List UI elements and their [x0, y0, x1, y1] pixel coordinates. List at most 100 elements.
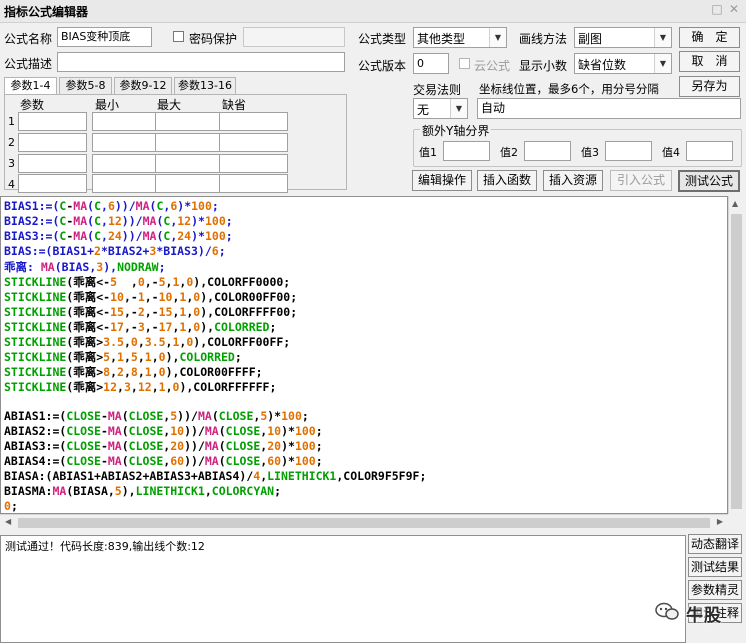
test-output-panel[interactable]: 测试通过！代码长度:839,输出线个数:12	[0, 535, 686, 643]
maximize-icon[interactable]: □	[711, 3, 723, 15]
password-checkbox[interactable]	[173, 31, 184, 42]
code-token: 1	[144, 350, 152, 364]
password-label: 密码保护	[189, 32, 238, 46]
yaxis-value3-input[interactable]	[605, 141, 652, 161]
tab-params-13-16[interactable]: 参数13-16	[174, 77, 236, 94]
code-token: BIAS1:=(	[4, 199, 60, 213]
param-max-input[interactable]	[155, 112, 224, 131]
param-name-input[interactable]	[18, 154, 87, 173]
code-token: ,	[101, 229, 108, 243]
code-token: (	[121, 409, 129, 423]
code-token: ;	[315, 424, 323, 438]
param-max-input[interactable]	[155, 174, 224, 193]
code-token: 100	[204, 214, 226, 228]
insert-function-button[interactable]: 插入函数	[477, 170, 537, 191]
param-default-input[interactable]	[219, 133, 288, 152]
param-row-number: 2	[8, 136, 15, 149]
code-token: ),COLORFF00FF;	[193, 335, 291, 349]
code-horizontal-scrollbar[interactable]: ◀ ▶	[0, 514, 728, 531]
scroll-right-icon[interactable]: ▶	[717, 517, 723, 526]
param-wizard-button[interactable]: 参数精灵	[688, 580, 742, 600]
yaxis-value4-input[interactable]	[686, 141, 733, 161]
tab-params-1-4[interactable]: 参数1-4	[4, 77, 57, 95]
tab-params-9-12[interactable]: 参数9-12	[114, 77, 172, 94]
code-token: 5	[110, 275, 118, 289]
formula-name-input[interactable]: BIAS变种顶底	[57, 27, 152, 47]
cancel-button[interactable]: 取 消	[679, 51, 740, 72]
code-token: 100	[294, 439, 316, 453]
code-line: ABIAS1:=(CLOSE-MA(CLOSE,5))/MA(CLOSE,5)*…	[4, 409, 309, 423]
code-token: MA	[107, 439, 122, 453]
yaxis-value3-label: 值3	[581, 146, 599, 159]
code-line: 乖离: MA(BIAS,3),NODRAW;	[4, 259, 166, 275]
code-token: MA	[33, 260, 55, 274]
param-name-input[interactable]	[18, 174, 87, 193]
param-max-input[interactable]	[155, 154, 224, 173]
code-token: ;	[234, 350, 242, 364]
formula-desc-input[interactable]	[57, 52, 345, 72]
code-token: 10	[170, 424, 185, 438]
test-results-button[interactable]: 测试结果	[688, 557, 742, 577]
code-token: 3	[123, 380, 131, 394]
code-token: CLOSE	[66, 439, 101, 453]
code-token: CLOSE	[218, 409, 254, 423]
code-token: )*	[191, 229, 205, 243]
formula-version-input[interactable]: 0	[413, 53, 449, 74]
decimals-select[interactable]: 缺省位数 ▼	[574, 53, 672, 74]
param-min-input[interactable]	[92, 174, 161, 193]
param-max-input[interactable]	[155, 133, 224, 152]
code-token: CLOSE	[66, 454, 101, 468]
dynamic-translate-button[interactable]: 动态翻译	[688, 534, 742, 554]
scroll-left-icon[interactable]: ◀	[5, 517, 11, 526]
code-token: BIASMA:	[4, 484, 53, 498]
param-min-input[interactable]	[92, 133, 161, 152]
param-min-input[interactable]	[92, 154, 161, 173]
close-icon[interactable]: ✕	[728, 3, 740, 15]
code-token: ,	[137, 350, 145, 364]
param-default-input[interactable]	[219, 174, 288, 193]
param-name-input[interactable]	[18, 133, 87, 152]
code-vertical-scrollbar[interactable]: ▲	[728, 196, 744, 514]
code-token: ,	[204, 484, 212, 498]
ok-button[interactable]: 确 定	[679, 27, 740, 48]
draw-method-select[interactable]: 副图 ▼	[574, 27, 672, 48]
code-token: )*	[177, 199, 192, 213]
import-formula-button[interactable]: 引入公式	[610, 170, 672, 191]
scroll-thumb[interactable]	[18, 518, 710, 528]
code-token: STICKLINE	[4, 290, 67, 304]
test-formula-button[interactable]: 测试公式	[678, 170, 740, 192]
param-name-input[interactable]	[18, 112, 87, 131]
code-token: 24	[107, 229, 122, 243]
code-token: ),	[165, 350, 180, 364]
coord-input[interactable]: 自动	[477, 98, 741, 119]
save-as-button[interactable]: 另存为	[679, 76, 740, 97]
code-editor[interactable]: BIAS1:=(C-MA(C,6))/MA(C,6)*100; BIAS2:=(C…	[0, 196, 728, 514]
scroll-thumb[interactable]	[731, 214, 742, 509]
password-input[interactable]	[243, 27, 345, 47]
code-token: )*	[281, 454, 295, 468]
param-min-input[interactable]	[92, 112, 161, 131]
yaxis-value1-input[interactable]	[443, 141, 490, 161]
tab-params-5-8[interactable]: 参数5-8	[59, 77, 112, 94]
trade-rule-select[interactable]: 无 ▼	[413, 98, 468, 119]
code-token: ,	[137, 365, 145, 379]
code-token: (乖离>	[66, 335, 104, 349]
code-token: ),	[121, 484, 136, 498]
scroll-up-icon[interactable]: ▲	[732, 199, 738, 208]
code-token: 5	[130, 350, 138, 364]
code-token: STICKLINE	[4, 380, 67, 394]
param-default-input[interactable]	[219, 112, 288, 131]
yaxis-value2-input[interactable]	[524, 141, 571, 161]
formula-type-select[interactable]: 其他类型 ▼	[413, 27, 507, 48]
test-result-message: 测试通过！代码长度:839,输出线个数:12	[5, 540, 205, 553]
code-token: (乖离<-	[66, 290, 111, 304]
yaxis-value2-label: 值2	[500, 146, 518, 159]
code-token: ,	[117, 380, 124, 394]
edit-ops-button[interactable]: 编辑操作	[412, 170, 472, 191]
code-token: ,-	[123, 290, 138, 304]
param-default-input[interactable]	[219, 154, 288, 173]
insert-resource-button[interactable]: 插入资源	[543, 170, 603, 191]
formula-type-label: 公式类型	[358, 32, 407, 46]
cloud-formula-checkbox[interactable]	[459, 58, 470, 69]
title-bar[interactable]: 指标公式编辑器 □ ✕	[0, 0, 746, 23]
